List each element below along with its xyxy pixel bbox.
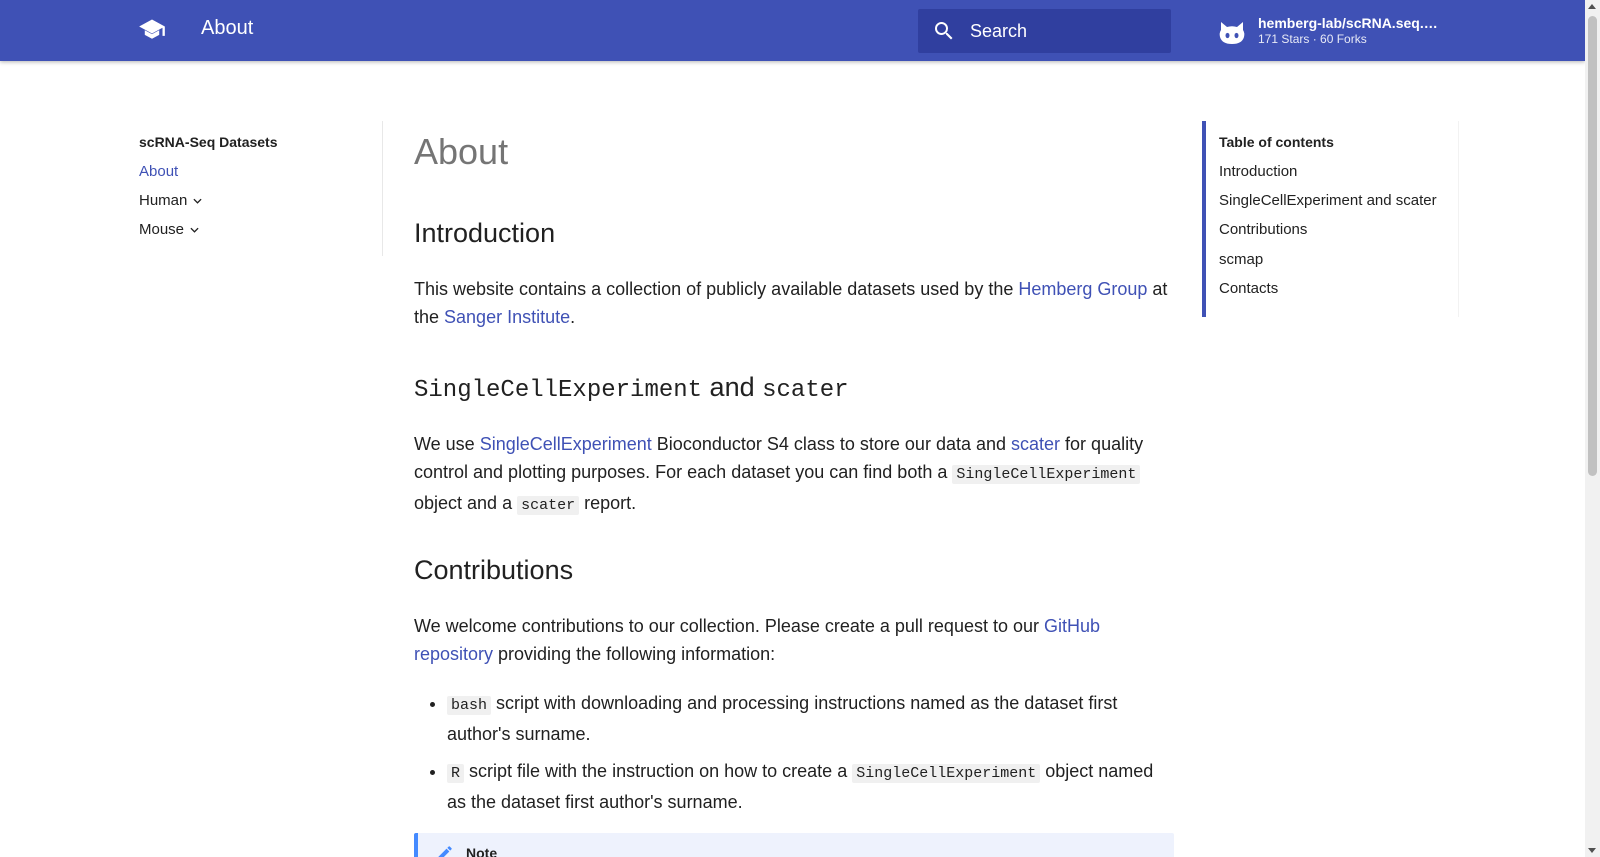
table-of-contents: Table of contents Introduction SingleCel… (1202, 121, 1459, 317)
nav-item-label: About (139, 163, 179, 180)
toc-item-contributions[interactable]: Contributions (1219, 221, 1307, 238)
toc-item-sce-scater[interactable]: SingleCellExperiment and scater (1219, 192, 1437, 209)
search-input[interactable] (970, 9, 1160, 53)
intro-paragraph: This website contains a collection of pu… (414, 279, 1168, 327)
nav-item-label: Human (139, 192, 188, 209)
search-icon[interactable] (932, 19, 956, 43)
scroll-up-icon[interactable] (1588, 4, 1596, 9)
nav-item-human[interactable]: Human (139, 192, 202, 209)
note-admonition: Note (414, 833, 1174, 857)
sce-paragraph: We use SingleCellExperiment Bioconductor… (414, 434, 1144, 515)
heading-sce-scater: SingleCellExperiment and scater (414, 372, 849, 404)
chevron-down-icon (193, 198, 202, 204)
sanger-institute-link[interactable]: Sanger Institute (444, 307, 570, 327)
toc-item-scmap[interactable]: scmap (1219, 251, 1263, 268)
list-item: R script file with the instruction on ho… (447, 757, 1174, 816)
page-scrollbar[interactable] (1585, 0, 1600, 857)
header-title: About (201, 17, 254, 39)
header-bar: About hemberg-lab/scRNA.seq.d... 171 Sta… (0, 0, 1585, 61)
repo-link[interactable]: hemberg-lab/scRNA.seq.d... 171 Stars · 6… (1218, 12, 1448, 52)
nav-item-label: Mouse (139, 221, 185, 238)
github-icon (1219, 22, 1245, 44)
repo-stats: 171 Stars · 60 Forks (1258, 32, 1367, 46)
contrib-paragraph: We welcome contributions to our collecti… (414, 616, 1101, 664)
scrollbar-thumb[interactable] (1588, 16, 1597, 476)
pencil-icon (438, 846, 452, 857)
nav-item-mouse[interactable]: Mouse (139, 221, 199, 238)
nav-title: scRNA-Seq Datasets (139, 134, 278, 150)
toc-item-introduction[interactable]: Introduction (1219, 163, 1297, 180)
heading-introduction: Introduction (414, 218, 556, 248)
scroll-down-icon[interactable] (1588, 848, 1596, 853)
singlecellexperiment-link[interactable]: SingleCellExperiment (480, 434, 652, 454)
toc-title: Table of contents (1219, 134, 1334, 150)
heading-contributions: Contributions (414, 555, 574, 585)
contrib-list: bash script with downloading and process… (447, 689, 1174, 825)
note-title: Note (466, 845, 498, 857)
graduation-cap-icon[interactable] (138, 16, 166, 44)
search-box[interactable] (918, 9, 1171, 53)
toc-item-contacts[interactable]: Contacts (1219, 280, 1278, 297)
sidebar-nav: scRNA-Seq Datasets About Human Mouse (139, 121, 383, 256)
nav-item-about[interactable]: About (139, 163, 178, 180)
repo-name: hemberg-lab/scRNA.seq.d... (1258, 15, 1440, 31)
scater-link[interactable]: scater (1011, 434, 1060, 454)
hemberg-group-link[interactable]: Hemberg Group (1018, 279, 1147, 299)
chevron-down-icon (190, 227, 199, 233)
list-item: bash script with downloading and process… (447, 689, 1174, 748)
page-title: About (414, 131, 509, 172)
